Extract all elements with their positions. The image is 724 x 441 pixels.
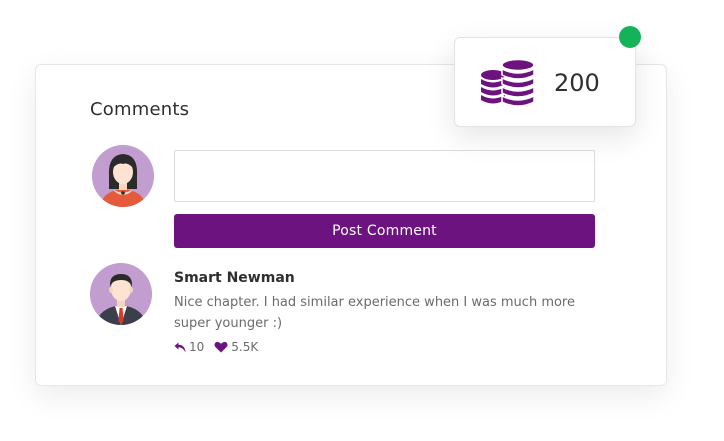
female-avatar-icon (92, 145, 154, 207)
heart-icon (214, 341, 228, 353)
comment-input[interactable] (174, 150, 595, 202)
reply-action[interactable]: 10 (174, 340, 204, 354)
page: Comments Post Comment Smart Newman Nice … (0, 0, 724, 441)
coin-balance-card: 200 (454, 37, 636, 127)
like-action[interactable]: 5.5K (214, 340, 258, 354)
reply-icon (174, 342, 186, 352)
online-status-dot (619, 26, 641, 48)
like-count: 5.5K (231, 340, 259, 354)
coin-balance-value: 200 (554, 69, 600, 97)
post-comment-button[interactable]: Post Comment (174, 214, 595, 248)
reply-count: 10 (189, 340, 205, 354)
coins-stack-icon (481, 59, 535, 107)
commenter-avatar (90, 263, 152, 325)
comments-title: Comments (90, 99, 190, 120)
comment-text: Nice chapter. I had similar experience w… (174, 295, 575, 331)
male-avatar-icon (90, 263, 152, 325)
comment-author[interactable]: Smart Newman (174, 270, 295, 286)
current-user-avatar (92, 145, 154, 207)
comment-actions: 10 5.5K (174, 340, 258, 354)
